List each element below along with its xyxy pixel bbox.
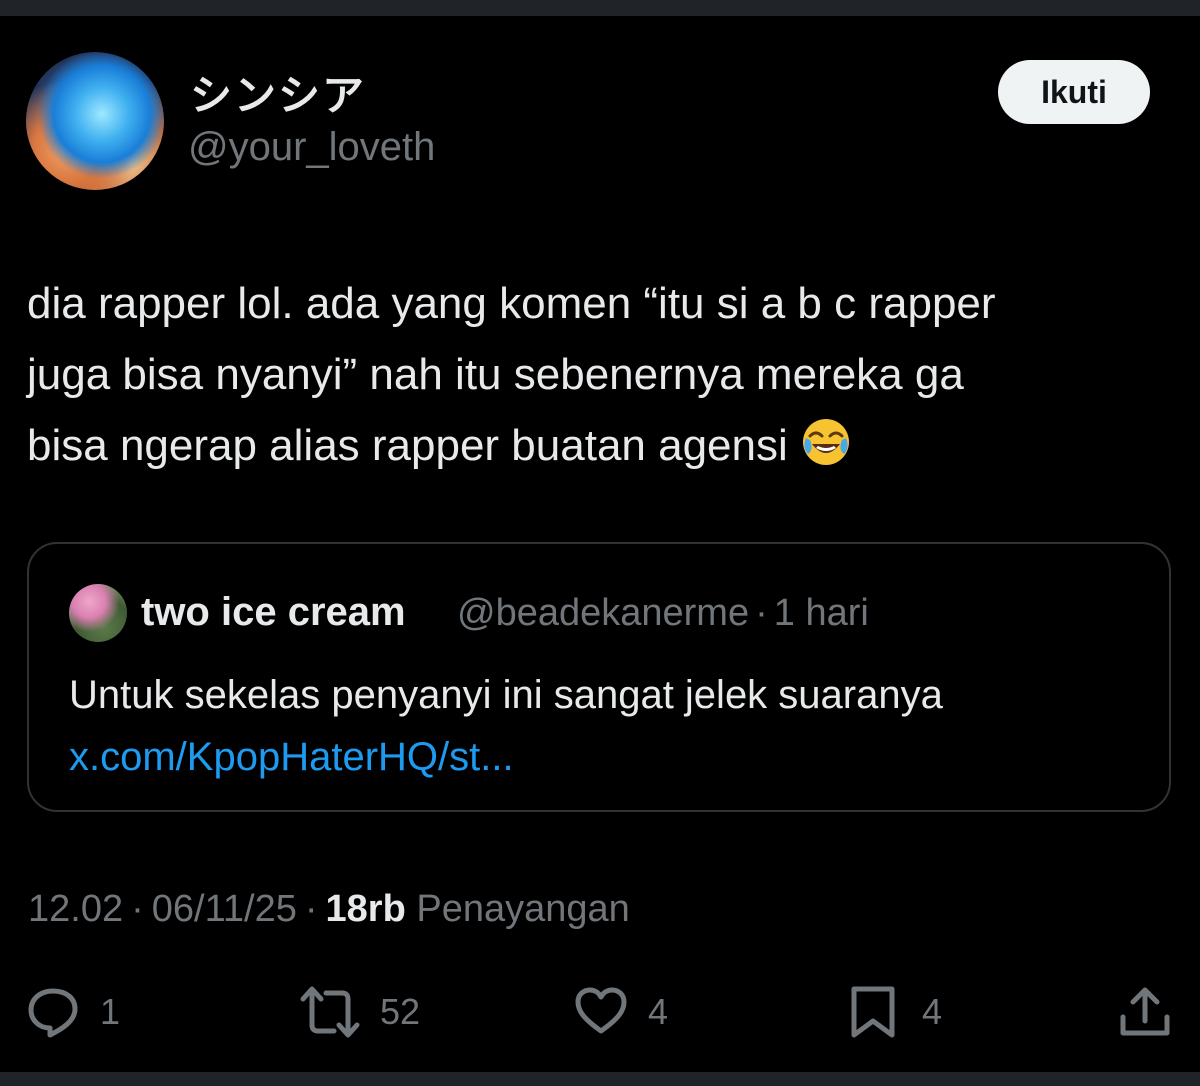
author-display-name[interactable]: シンシア (190, 62, 366, 123)
quoted-tweet-link[interactable]: x.com/KpopHaterHQ/st... (69, 726, 514, 788)
quoted-author-avatar (69, 584, 127, 642)
share-icon (1120, 987, 1170, 1036)
quoted-tweet-time: 1 hari (773, 592, 869, 634)
reply-count: 1 (100, 991, 121, 1032)
meta-separator: · (755, 592, 768, 634)
reply-button[interactable]: 1 (26, 984, 120, 1040)
bottom-edge-bar (0, 1072, 1200, 1086)
reply-icon (28, 988, 78, 1038)
tweet-meta-row: 12.02 · 06/11/25 · 18rb Penayangan (28, 888, 630, 931)
like-button[interactable]: 4 (574, 984, 668, 1040)
share-button[interactable] (1118, 984, 1172, 1040)
tweet-text-line: dia rapper lol. ada yang komen “itu si a… (27, 279, 996, 328)
quoted-tweet-text: Untuk sekelas penyanyi ini sangat jelek … (69, 673, 943, 717)
tweet-date[interactable]: 06/11/25 (152, 888, 297, 930)
views-label: Penayangan (416, 888, 630, 930)
quoted-author-meta: @beadekanerme · 1 hari (457, 592, 869, 635)
like-count: 4 (648, 991, 669, 1032)
tweet-text-line: juga bisa nyanyi” nah itu sebenernya mer… (27, 339, 1187, 410)
tears-of-joy-emoji-icon (803, 419, 849, 465)
tweet-text: dia rapper lol. ada yang komen “itu si a… (27, 268, 1187, 481)
repost-button[interactable]: 52 (300, 984, 420, 1040)
views-count: 18rb (325, 888, 406, 930)
tweet-text-line-content: juga bisa nyanyi” nah itu sebenernya mer… (27, 350, 964, 399)
tweet-time[interactable]: 12.02 (28, 888, 123, 930)
bookmark-icon (851, 986, 895, 1038)
follow-button[interactable]: Ikuti (998, 60, 1150, 124)
author-avatar[interactable] (26, 52, 164, 190)
meta-separator: · (304, 888, 318, 930)
repost-count: 52 (380, 991, 421, 1032)
tweet-text-line-content: bisa ngerap alias rapper buatan agensi (27, 421, 788, 470)
quoted-tweet-card[interactable]: two ice cream @beadekanerme · 1 hari Untuk… (27, 542, 1171, 812)
top-edge-bar (0, 0, 1200, 16)
author-handle[interactable]: @your_loveth (188, 125, 435, 170)
repost-icon (300, 986, 360, 1038)
heart-icon (575, 987, 627, 1034)
bookmark-count: 4 (922, 991, 943, 1032)
meta-separator: · (131, 888, 144, 930)
bookmark-button[interactable]: 4 (848, 984, 942, 1040)
quoted-author-name: two ice cream (141, 590, 406, 634)
quoted-author-handle: @beadekanerme (457, 592, 750, 634)
tweet-text-line: bisa ngerap alias rapper buatan agensi (27, 410, 1187, 481)
